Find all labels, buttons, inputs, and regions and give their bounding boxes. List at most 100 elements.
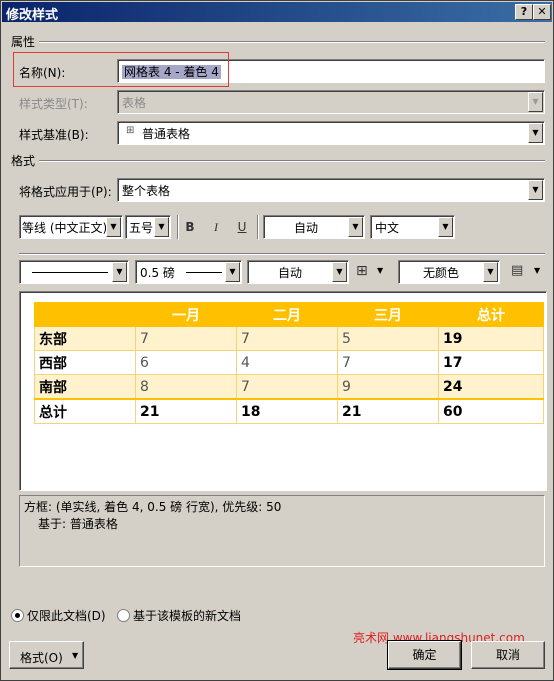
toolbar-divider xyxy=(257,215,259,240)
border-weight-sample xyxy=(186,272,222,273)
font-size-value: 五号 xyxy=(129,221,154,235)
properties-section-label: 属性 xyxy=(11,35,36,49)
new-docs-label[interactable]: 基于该模板的新文档 xyxy=(133,607,241,624)
table-cell: 8 xyxy=(135,374,237,400)
apply-to-value: 整个表格 xyxy=(122,184,171,198)
radio-dot xyxy=(15,613,20,618)
dialog-title: 修改样式 xyxy=(6,8,59,23)
style-preview: 一月 二月 三月 总计 东部 7 7 5 19 西部 6 4 7 17 南部 8… xyxy=(19,291,547,491)
style-type-select[interactable]: 表格 ▼ xyxy=(117,90,545,114)
table-cell: 6 xyxy=(135,350,237,375)
table-cell: 5 xyxy=(337,326,439,351)
style-description: 方框: (单实线, 着色 4, 0.5 磅 行宽), 优先级: 50 基于: 普… xyxy=(19,495,545,567)
format-button[interactable]: 格式(O) ▼ xyxy=(9,641,84,669)
border-weight-dropdown-icon[interactable]: ▼ xyxy=(225,262,240,282)
language-select[interactable]: 中文 ▼ xyxy=(370,215,455,239)
only-this-doc-label[interactable]: 仅限此文档(D) xyxy=(27,607,106,624)
table-cell xyxy=(34,302,136,327)
alignment-icon[interactable]: ▤ xyxy=(511,263,523,278)
border-weight-select[interactable]: 0.5 磅 ▼ xyxy=(135,260,242,284)
italic-button[interactable]: I xyxy=(205,216,227,238)
font-color-select[interactable]: 自动 ▼ xyxy=(263,215,365,239)
alignment-dropdown-icon[interactable]: ▼ xyxy=(534,266,540,275)
border-color-select[interactable]: 自动 ▼ xyxy=(247,260,349,284)
close-button[interactable]: ✕ xyxy=(533,4,551,20)
apply-to-label: 将格式应用于(P): xyxy=(19,185,112,199)
table-cell: 18 xyxy=(236,398,338,424)
borders-icon[interactable]: ⊞ xyxy=(356,263,368,279)
font-name-select[interactable]: 等线 (中文正文) ▼ xyxy=(19,215,123,239)
format-separator xyxy=(39,160,545,162)
table-grid-icon: ⊞ xyxy=(126,125,135,136)
table-row: 西部 6 4 7 17 xyxy=(34,350,544,375)
apply-to-select[interactable]: 整个表格 ▼ xyxy=(117,178,545,202)
shading-dropdown-icon[interactable]: ▼ xyxy=(483,262,498,282)
apply-to-dropdown-icon[interactable]: ▼ xyxy=(528,180,543,200)
properties-separator xyxy=(39,41,545,43)
based-on-select[interactable]: ⊞ 普通表格 ▼ xyxy=(117,121,545,145)
table-cell: 21 xyxy=(135,398,237,424)
font-color-value: 自动 xyxy=(294,221,319,235)
font-size-dropdown-icon[interactable]: ▼ xyxy=(154,217,169,237)
border-style-dropdown-icon[interactable]: ▼ xyxy=(112,262,127,282)
table-cell: 一月 xyxy=(135,302,237,327)
table-cell: 7 xyxy=(236,326,338,351)
based-on-label: 样式基准(B): xyxy=(19,128,89,142)
description-line: 基于: 普通表格 xyxy=(38,517,118,531)
toolbar-separator xyxy=(19,253,545,255)
table-cell: 19 xyxy=(438,326,544,351)
table-cell: 7 xyxy=(135,326,237,351)
table-cell: 南部 xyxy=(34,374,136,400)
table-cell: 17 xyxy=(438,350,544,375)
table-cell: 9 xyxy=(337,374,439,400)
table-cell: 7 xyxy=(337,350,439,375)
chevron-down-icon: ▼ xyxy=(72,651,79,660)
table-row: 东部 7 7 5 19 xyxy=(34,326,544,351)
shading-value: 无颜色 xyxy=(423,266,460,280)
table-cell: 二月 xyxy=(236,302,338,327)
based-on-dropdown-icon[interactable]: ▼ xyxy=(528,123,543,143)
format-button-label: 格式(O) xyxy=(20,651,63,665)
description-line: 方框: (单实线, 着色 4, 0.5 磅 行宽), 优先级: 50 xyxy=(24,500,282,514)
title-bar: 修改样式 ? ✕ xyxy=(2,2,552,23)
font-name-value: 等线 (中文正文) xyxy=(22,221,108,235)
font-color-dropdown-icon[interactable]: ▼ xyxy=(348,217,363,237)
font-size-select[interactable]: 五号 ▼ xyxy=(125,215,171,239)
borders-dropdown-icon[interactable]: ▼ xyxy=(377,266,383,275)
only-this-doc-radio[interactable] xyxy=(11,609,24,622)
border-style-select[interactable]: ▼ xyxy=(19,260,129,284)
help-button[interactable]: ? xyxy=(515,4,533,20)
language-value: 中文 xyxy=(375,221,400,235)
border-line-sample xyxy=(32,272,108,273)
language-dropdown-icon[interactable]: ▼ xyxy=(438,217,453,237)
table-cell: 21 xyxy=(337,398,439,424)
font-name-dropdown-icon[interactable]: ▼ xyxy=(106,217,121,237)
table-cell: 三月 xyxy=(337,302,439,327)
border-color-value: 自动 xyxy=(278,266,303,280)
table-cell: 西部 xyxy=(34,350,136,375)
shading-select[interactable]: 无颜色 ▼ xyxy=(398,260,500,284)
based-on-value: 普通表格 xyxy=(142,127,191,141)
underline-button[interactable]: U xyxy=(231,216,253,238)
border-weight-value: 0.5 磅 xyxy=(140,266,175,280)
style-type-value: 表格 xyxy=(122,96,147,110)
border-color-dropdown-icon[interactable]: ▼ xyxy=(332,262,347,282)
name-highlight-annotation xyxy=(13,52,229,87)
table-cell: 4 xyxy=(236,350,338,375)
ok-button[interactable]: 确定 xyxy=(387,640,462,670)
table-row: 一月 二月 三月 总计 xyxy=(34,302,544,327)
table-cell: 24 xyxy=(438,374,544,400)
table-row: 总计 21 18 21 60 xyxy=(34,398,544,424)
new-docs-radio[interactable] xyxy=(117,609,130,622)
style-type-label: 样式类型(T): xyxy=(19,97,88,111)
bold-button[interactable]: B xyxy=(179,216,201,238)
table-row: 南部 8 7 9 24 xyxy=(34,374,544,400)
modify-style-dialog: 修改样式 ? ✕ 属性 名称(N): 网格表 4 - 着色 4 样式类型(T):… xyxy=(0,0,554,681)
table-cell: 总计 xyxy=(34,398,136,424)
format-section-label: 格式 xyxy=(11,154,36,168)
table-cell: 总计 xyxy=(438,302,544,327)
table-cell: 60 xyxy=(438,398,544,424)
style-type-dropdown-icon[interactable]: ▼ xyxy=(528,92,543,112)
cancel-button[interactable]: 取消 xyxy=(471,641,545,669)
table-cell: 7 xyxy=(236,374,338,400)
